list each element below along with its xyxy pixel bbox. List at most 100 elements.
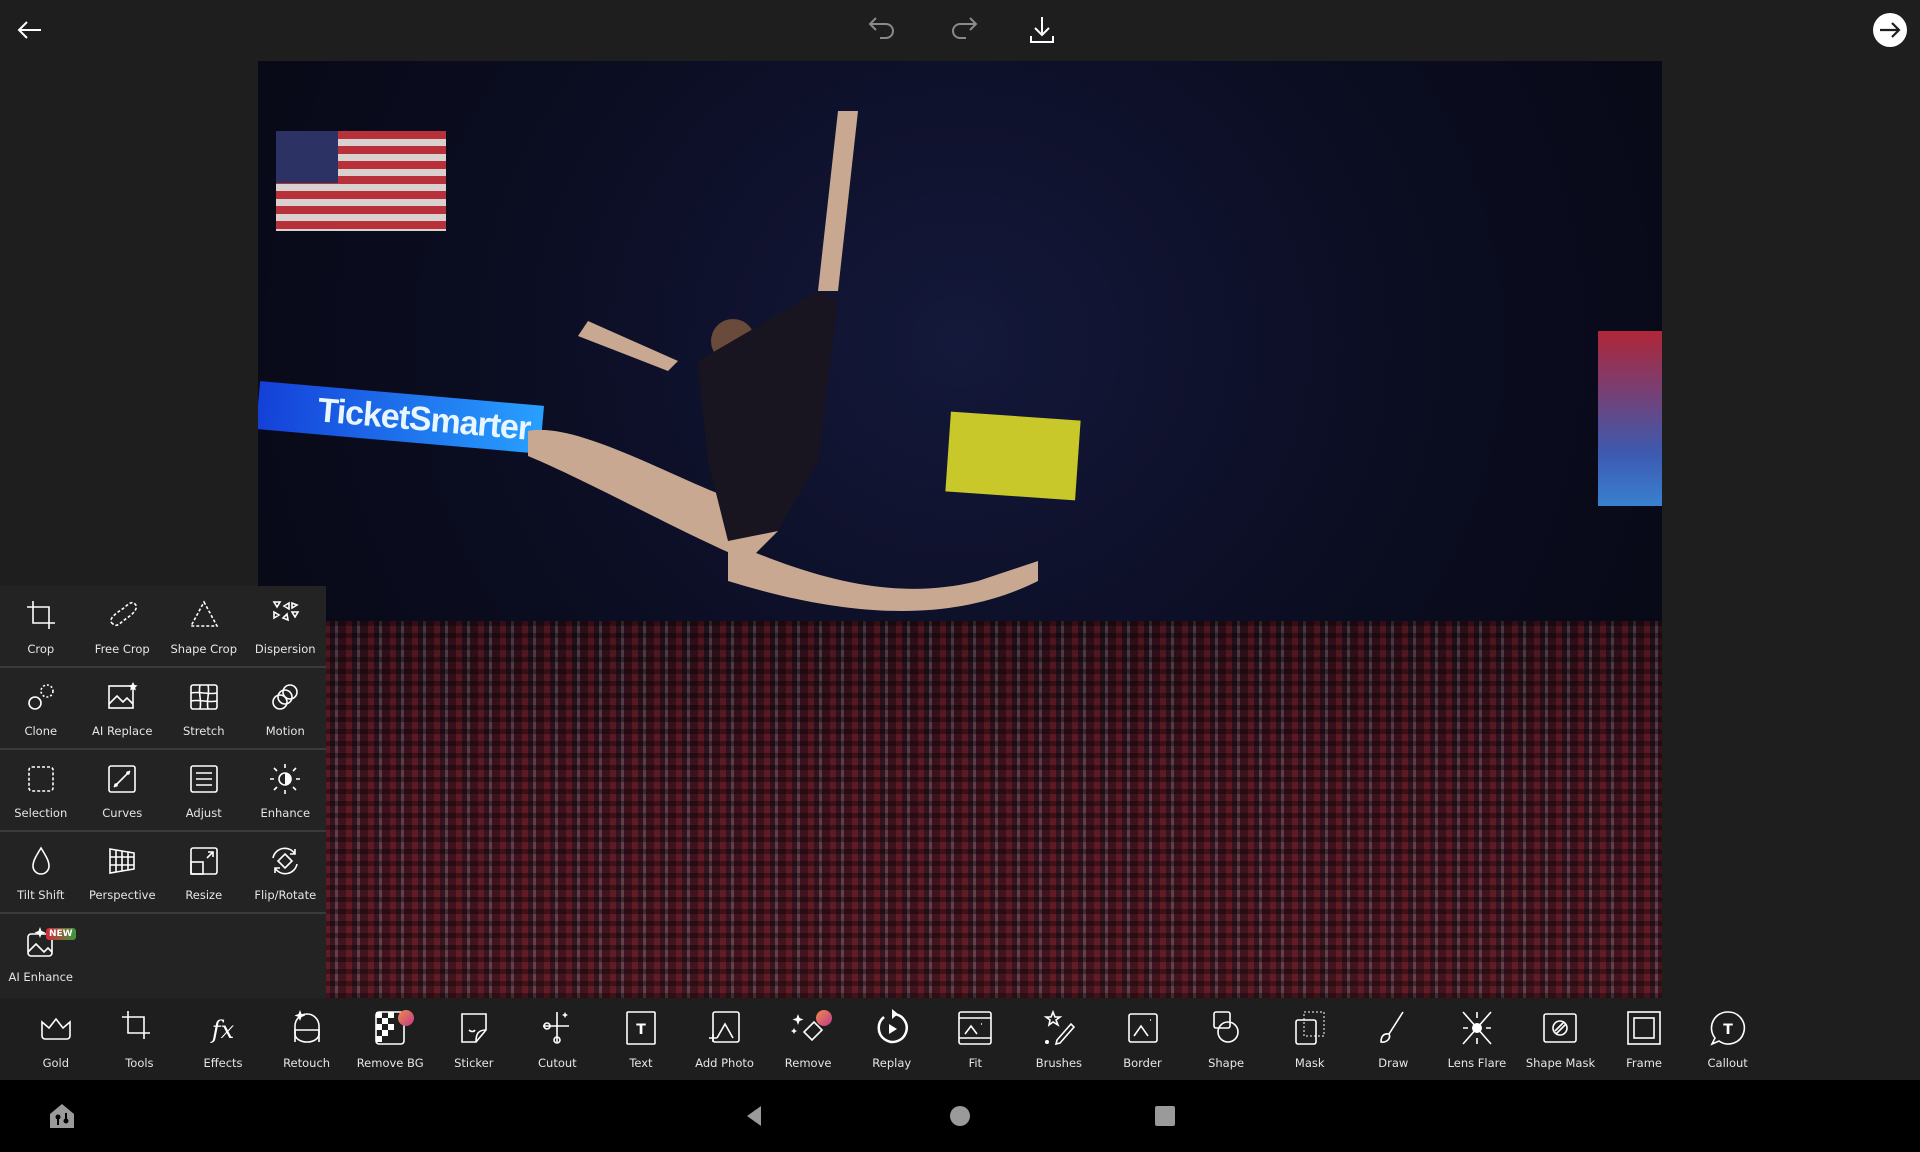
edited-photo[interactable]: TicketSmarter bbox=[258, 61, 1662, 998]
freecrop-icon bbox=[110, 601, 138, 627]
border-icon bbox=[1127, 1013, 1158, 1043]
toolbar-tools[interactable]: Tools bbox=[98, 998, 182, 1080]
tool-label: Shape Crop bbox=[170, 642, 237, 656]
sticker-icon bbox=[460, 1013, 487, 1043]
toolbar-shape-mask[interactable]: Shape Mask bbox=[1519, 998, 1603, 1080]
tool-adjust[interactable]: Adjust bbox=[163, 750, 245, 830]
tools-row: NEW AI Enhance bbox=[0, 914, 326, 996]
dispersion-icon bbox=[272, 601, 300, 622]
tool-label: Free Crop bbox=[94, 642, 150, 656]
toolbar-label: Draw bbox=[1378, 1056, 1409, 1070]
toolbar-label: Brushes bbox=[1035, 1056, 1083, 1070]
toolbar-label: Shape bbox=[1208, 1056, 1245, 1070]
tiltshift-icon bbox=[31, 846, 50, 875]
toolbar-remove-bg[interactable]: Remove BG bbox=[348, 998, 432, 1080]
new-badge: NEW bbox=[46, 928, 76, 940]
toolbar-label: Tools bbox=[125, 1056, 154, 1070]
tool-label: Dispersion bbox=[254, 642, 316, 656]
tool-label: Adjust bbox=[185, 806, 222, 820]
adjust-icon bbox=[189, 765, 218, 793]
tool-shapecrop[interactable]: Shape Crop bbox=[163, 586, 245, 666]
fit-icon bbox=[958, 1011, 993, 1045]
tool-tiltshift[interactable]: Tilt Shift bbox=[0, 832, 82, 912]
svg-text:fx: fx bbox=[210, 1016, 235, 1044]
toolbar-gold[interactable]: Gold bbox=[14, 998, 98, 1080]
tool-curves[interactable]: Curves bbox=[82, 750, 164, 830]
svg-text:T: T bbox=[636, 1022, 646, 1038]
download-button[interactable] bbox=[1022, 10, 1062, 50]
bottom-toolbar: Gold Tools fx Effects Retouch Remove BG Sticke… bbox=[0, 998, 1920, 1080]
toolbar-shape[interactable]: Shape bbox=[1184, 998, 1268, 1080]
tool-motion[interactable]: Motion bbox=[245, 668, 327, 748]
tool-freecrop[interactable]: Free Crop bbox=[82, 586, 164, 666]
tool-crop[interactable]: Crop bbox=[0, 586, 82, 666]
tools-row: Tilt Shift Perspective Resize Flip/Rotate bbox=[0, 832, 326, 914]
tool-aienhance[interactable]: NEW AI Enhance bbox=[0, 914, 82, 996]
draw-icon bbox=[1380, 1011, 1404, 1043]
toolbar-label: Frame bbox=[1626, 1056, 1662, 1070]
toolbar-retouch[interactable]: Retouch bbox=[265, 998, 349, 1080]
toolbar-fit[interactable]: Fit bbox=[934, 998, 1018, 1080]
redo-button[interactable] bbox=[944, 10, 984, 50]
toolbar-label: Remove BG bbox=[356, 1056, 424, 1070]
premium-badge-icon bbox=[816, 1010, 833, 1026]
toolbar-label: Replay bbox=[872, 1056, 912, 1070]
system-recents-button[interactable] bbox=[1149, 1100, 1181, 1132]
tool-stretch[interactable]: Stretch bbox=[163, 668, 245, 748]
tool-label: Stretch bbox=[183, 724, 225, 738]
toolbar-effects[interactable]: fx Effects bbox=[181, 998, 265, 1080]
toolbar-border[interactable]: Border bbox=[1101, 998, 1185, 1080]
tool-resize[interactable]: Resize bbox=[163, 832, 245, 912]
toolbar-lens-flare[interactable]: Lens Flare bbox=[1435, 998, 1519, 1080]
svg-text:T: T bbox=[1723, 1022, 1733, 1038]
arrow-right-circle-icon bbox=[1873, 13, 1907, 47]
tool-selection[interactable]: Selection bbox=[0, 750, 82, 830]
toolbar-sticker[interactable]: Sticker bbox=[432, 998, 516, 1080]
toolbar-mask[interactable]: Mask bbox=[1268, 998, 1352, 1080]
tool-label: AI Replace bbox=[92, 724, 153, 738]
toolbar-label: Border bbox=[1123, 1056, 1162, 1070]
tool-dispersion[interactable]: Dispersion bbox=[245, 586, 327, 666]
next-button[interactable] bbox=[1870, 10, 1910, 50]
toolbar-callout[interactable]: T Callout bbox=[1686, 998, 1770, 1080]
toolbar-label: Retouch bbox=[283, 1056, 331, 1070]
tool-label: Resize bbox=[185, 888, 223, 902]
perspective-icon bbox=[109, 848, 136, 874]
curves-icon bbox=[108, 765, 137, 793]
replay-icon bbox=[877, 1009, 908, 1044]
lensflare-icon bbox=[1462, 1011, 1492, 1045]
toolbar-add-photo[interactable]: Add Photo bbox=[683, 998, 767, 1080]
addphoto-icon bbox=[708, 1011, 740, 1043]
toolbar-frame[interactable]: Frame bbox=[1602, 998, 1686, 1080]
toolbar-brushes[interactable]: Brushes bbox=[1017, 998, 1101, 1080]
toolbar-cutout[interactable]: Cutout bbox=[516, 998, 600, 1080]
clone-icon bbox=[27, 684, 54, 710]
toolbar-remove[interactable]: Remove bbox=[766, 998, 850, 1080]
toolbar-text[interactable]: T Text bbox=[599, 998, 683, 1080]
toolbar-label: Remove bbox=[784, 1056, 832, 1070]
app-home-button[interactable] bbox=[46, 1100, 78, 1132]
toolbar-label: Fit bbox=[968, 1056, 983, 1070]
mask-icon bbox=[1294, 1011, 1325, 1045]
toolbar-label: Effects bbox=[203, 1056, 243, 1070]
crop-icon bbox=[26, 601, 55, 629]
undo-button[interactable] bbox=[862, 10, 902, 50]
toolbar-replay[interactable]: Replay bbox=[850, 998, 934, 1080]
tool-aireplace[interactable]: AI Replace bbox=[82, 668, 164, 748]
callout-icon: T bbox=[1709, 1011, 1745, 1046]
download-icon bbox=[1030, 17, 1054, 43]
system-home-button[interactable] bbox=[944, 1100, 976, 1132]
toolbar-draw[interactable]: Draw bbox=[1352, 998, 1436, 1080]
tools-row: Clone AI Replace Stretch Motion bbox=[0, 668, 326, 750]
tool-fliprotate[interactable]: Flip/Rotate bbox=[245, 832, 327, 912]
tool-label: Motion bbox=[265, 724, 305, 738]
tool-enhance[interactable]: Enhance bbox=[245, 750, 327, 830]
tool-clone[interactable]: Clone bbox=[0, 668, 82, 748]
system-back-button[interactable] bbox=[738, 1100, 770, 1132]
shapemask-icon bbox=[1543, 1013, 1578, 1043]
tool-perspective[interactable]: Perspective bbox=[82, 832, 164, 912]
toolbar-label: Callout bbox=[1707, 1056, 1748, 1070]
app-home-icon bbox=[50, 1104, 74, 1128]
toolbar-label: Cutout bbox=[538, 1056, 577, 1070]
back-button[interactable] bbox=[10, 10, 50, 50]
